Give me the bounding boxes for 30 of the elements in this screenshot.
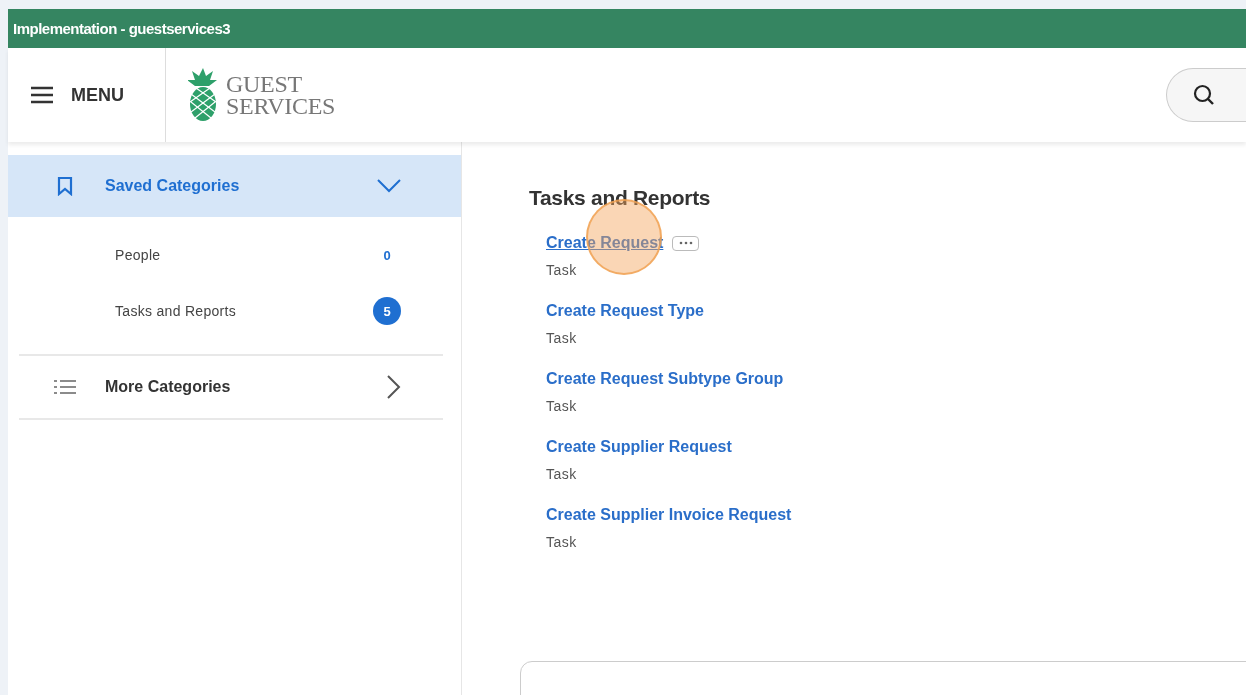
menu-button[interactable]: MENU xyxy=(8,48,166,142)
task-link[interactable]: Create Supplier Invoice Request xyxy=(546,506,792,524)
search-icon xyxy=(1193,84,1215,106)
search-field[interactable] xyxy=(1166,68,1246,122)
category-item[interactable]: Tasks and Reports 5 xyxy=(8,283,461,339)
more-options-button[interactable] xyxy=(672,235,700,251)
section-heading: Tasks and Reports xyxy=(529,186,712,210)
list-icon xyxy=(54,380,76,394)
task-type: Task xyxy=(546,398,578,414)
category-header[interactable]: Saved Categories xyxy=(8,155,461,217)
task-link[interactable]: Create Supplier Request xyxy=(546,438,732,456)
task-type: Task xyxy=(546,262,578,278)
task-link[interactable]: Create Request Subtype Group xyxy=(546,370,784,388)
item-count: 0 xyxy=(382,246,392,265)
item-count: 5 xyxy=(373,297,401,325)
category-item[interactable]: People 0 xyxy=(8,227,461,283)
ellipsis-icon xyxy=(678,241,693,245)
task-type: Task xyxy=(546,330,578,346)
chevron-down-icon xyxy=(377,179,401,193)
task-type: Task xyxy=(546,466,578,482)
category-label: Tasks and Reports xyxy=(115,303,238,319)
chevron-right-icon xyxy=(387,375,401,399)
task-link[interactable]: Create Request Type xyxy=(546,302,704,320)
logo-text: GUEST SERVICES xyxy=(226,73,336,117)
category-header[interactable]: More Categories xyxy=(8,356,461,418)
task-type: Task xyxy=(546,534,578,550)
menu-icon xyxy=(30,86,54,104)
category-label: People xyxy=(115,247,162,263)
pineapple-logo-icon xyxy=(188,68,218,122)
window-title: Implementation - guestservices3 xyxy=(13,20,231,37)
